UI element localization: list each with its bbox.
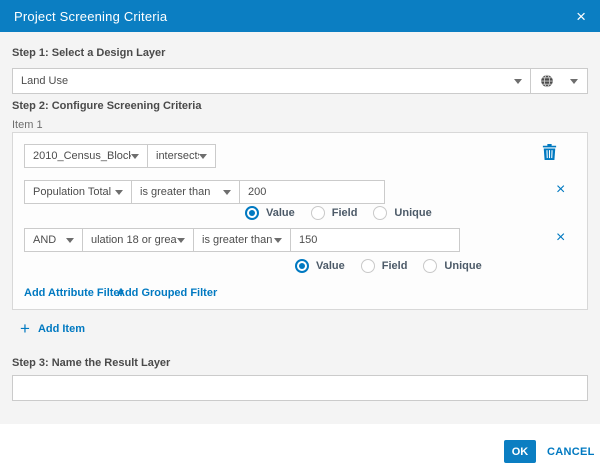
close-icon[interactable]: × [576,8,586,25]
add-item-label: Add Item [38,323,85,335]
filter2-field-select[interactable]: ulation 18 or greater [82,228,194,252]
filter2-field-value: ulation 18 or greater [91,234,177,246]
radio-value-selected[interactable] [295,259,309,273]
dialog-title: Project Screening Criteria [14,9,167,24]
radio-field[interactable] [361,259,375,273]
filter1-field-value: Population Total [33,186,111,198]
plus-icon: + [20,322,30,336]
design-layer-value: Land Use [21,75,68,87]
step1-label: Step 1: Select a Design Layer [12,47,165,59]
result-layer-name-input[interactable] [12,375,588,401]
cancel-button[interactable]: CANCEL [547,446,595,458]
remove-filter1-button[interactable]: × [556,182,565,198]
radio-field-label[interactable]: Field [382,260,408,272]
chevron-down-icon [115,190,123,195]
radio-field-label[interactable]: Field [332,207,358,219]
filter2-value-input[interactable] [290,228,460,252]
chevron-down-icon [570,79,578,84]
criteria-layer-value: 2010_Census_Blocks [33,150,131,162]
chevron-down-icon [199,154,207,159]
filter2-conjunction-value: AND [33,234,56,246]
chevron-down-icon [514,79,522,84]
filter1-field-select[interactable]: Population Total [24,180,132,204]
step3-label: Step 3: Name the Result Layer [12,357,170,369]
delete-item-button[interactable] [542,144,557,162]
globe-icon [540,74,554,88]
trash-icon [542,144,557,160]
add-attribute-filter-link[interactable]: Add Attribute Filter [24,287,124,299]
filter1-value-type-radios: Value Field Unique [245,205,432,221]
filter1-operator-value: is greater than [140,186,210,198]
filter2-operator-value: is greater than [202,234,272,246]
radio-value-label[interactable]: Value [316,260,345,272]
radio-unique-label[interactable]: Unique [444,260,481,272]
radio-unique-label[interactable]: Unique [394,207,431,219]
spatial-operator-select[interactable]: intersects [147,144,216,168]
chevron-down-icon [274,238,282,243]
chevron-down-icon [223,190,231,195]
add-grouped-filter-link[interactable]: Add Grouped Filter [117,287,217,299]
chevron-down-icon [177,238,185,243]
spatial-operator-value: intersects [156,150,199,162]
filter2-conjunction-select[interactable]: AND [24,228,83,252]
radio-unique[interactable] [373,206,387,220]
radio-unique[interactable] [423,259,437,273]
filter2-value-type-radios: Value Field Unique [295,258,482,274]
chevron-down-icon [66,238,74,243]
project-screening-criteria-dialog: Project Screening Criteria × Step 1: Sel… [0,0,600,473]
radio-value-label[interactable]: Value [266,207,295,219]
add-item-button[interactable]: + Add Item [20,322,85,336]
layer-source-button[interactable] [530,68,588,94]
dialog-header: Project Screening Criteria × [0,0,600,32]
filter1-operator-select[interactable]: is greater than [131,180,240,204]
filter2-operator-select[interactable]: is greater than [193,228,291,252]
filter1-value-input[interactable] [239,180,385,204]
radio-field[interactable] [311,206,325,220]
step2-label: Step 2: Configure Screening Criteria [12,100,201,112]
item-label: Item 1 [12,119,43,131]
ok-button[interactable]: OK [504,440,536,463]
radio-value-selected[interactable] [245,206,259,220]
criteria-layer-select[interactable]: 2010_Census_Blocks [24,144,148,168]
design-layer-select[interactable]: Land Use [12,68,531,94]
chevron-down-icon [131,154,139,159]
remove-filter2-button[interactable]: × [556,230,565,246]
